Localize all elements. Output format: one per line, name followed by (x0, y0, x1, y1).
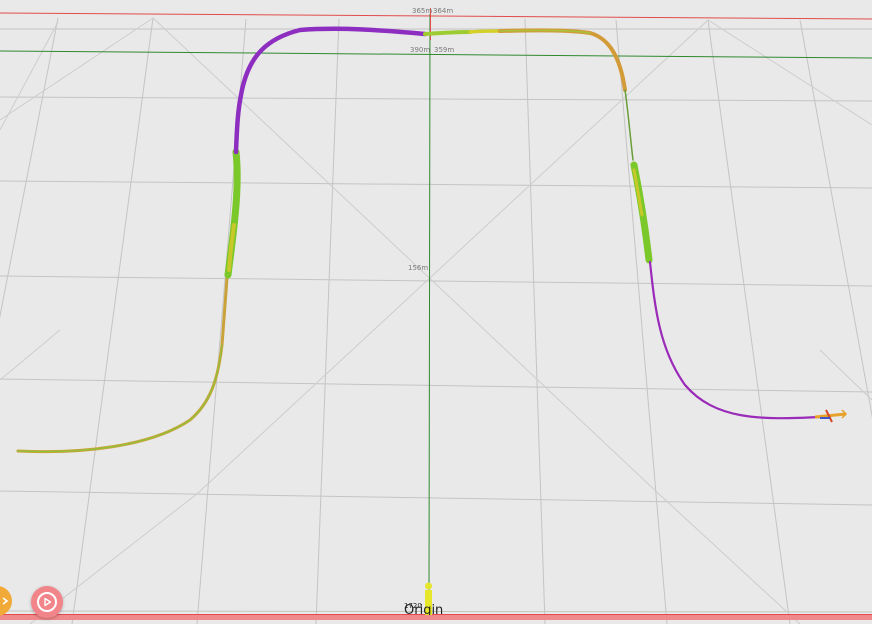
play-ring (37, 592, 57, 612)
axis-label-center: 156m (408, 264, 428, 272)
chevron-right-icon (2, 597, 9, 605)
axis-label-upper-right: 359m (434, 46, 454, 54)
play-button[interactable] (31, 586, 63, 618)
flight-track (16, 26, 822, 454)
flight-scene: 365m 364m 390m 359m 156m 1720 Origin (0, 7, 872, 624)
timeline-bar[interactable] (0, 615, 872, 620)
play-icon (44, 597, 52, 607)
axis-label-top-left: 365m (412, 7, 432, 15)
ground-grid (0, 17, 872, 624)
aircraft-icon (814, 409, 848, 423)
axis-label-upper-left: 390m (410, 46, 430, 54)
axis-label-top-right: 364m (433, 7, 453, 15)
3d-viewport[interactable]: 365m 364m 390m 359m 156m 1720 Origin (0, 0, 872, 624)
